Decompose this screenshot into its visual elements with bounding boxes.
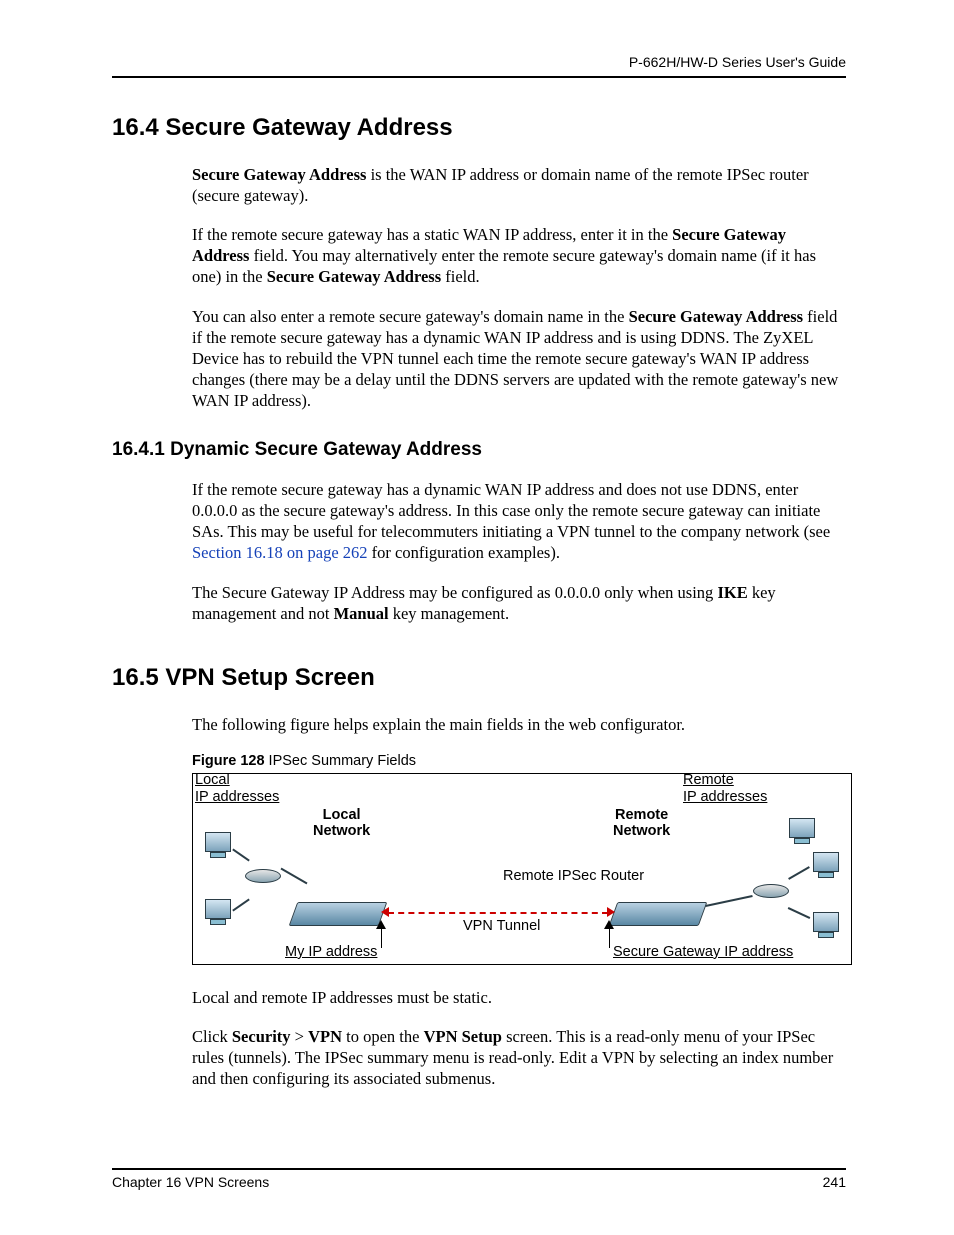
pc-icon (205, 832, 231, 858)
text: The Secure Gateway IP Address may be con… (192, 583, 717, 602)
bold: Secure Gateway Address (629, 307, 803, 326)
figure-title: IPSec Summary Fields (265, 753, 417, 769)
running-header: P-662H/HW-D Series User's Guide (112, 54, 846, 70)
bold: Manual (334, 604, 389, 623)
paragraph: If the remote secure gateway has a dynam… (192, 479, 846, 563)
pc-icon (813, 912, 839, 938)
heading-16-5: 16.5 VPN Setup Screen (112, 664, 846, 692)
net-line (232, 898, 250, 911)
paragraph: Local and remote IP addresses must be st… (192, 987, 846, 1008)
page-footer: Chapter 16 VPN Screens 241 (112, 1168, 846, 1190)
pc-icon (813, 852, 839, 878)
figure-label-local-ip: Local IP addresses (195, 772, 279, 805)
text: to open the (342, 1027, 424, 1046)
bold: VPN Setup (424, 1027, 502, 1046)
vpn-tunnel-line (388, 912, 608, 914)
arrow-icon (604, 920, 614, 929)
paragraph: Secure Gateway Address is the WAN IP add… (192, 164, 846, 206)
footer-page-number: 241 (823, 1174, 846, 1190)
cross-ref-link[interactable]: Section 16.18 on page 262 (192, 543, 368, 562)
figure-label-remote-ip: Remote IP addresses (683, 772, 767, 805)
callout-line (381, 926, 382, 948)
bold: IKE (717, 583, 747, 602)
bold: Secure Gateway Address (267, 267, 441, 286)
text: Click (192, 1027, 232, 1046)
footer-rule (112, 1168, 846, 1170)
router-icon (289, 902, 388, 926)
heading-16-4-1: 16.4.1 Dynamic Secure Gateway Address (112, 439, 846, 461)
hub-icon (245, 869, 281, 883)
pc-icon (789, 818, 815, 844)
bold: Secure Gateway Address (192, 165, 366, 184)
pc-icon (205, 899, 231, 925)
figure-label-local-network: Local Network (313, 808, 370, 840)
paragraph: If the remote secure gateway has a stati… (192, 224, 846, 287)
net-line (788, 866, 810, 880)
paragraph: The following figure helps explain the m… (192, 714, 846, 735)
figure-ipsec-summary: Local IP addresses Remote IP addresses L… (192, 773, 852, 965)
arrow-icon (607, 907, 615, 917)
net-line (788, 907, 811, 919)
router-icon (609, 902, 708, 926)
figure-label-remote-ipsec-router: Remote IPSec Router (503, 868, 644, 884)
text: If the remote secure gateway has a dynam… (192, 480, 830, 541)
figure-label-vpn-tunnel: VPN Tunnel (463, 918, 540, 934)
net-line (281, 867, 308, 884)
text: key management. (389, 604, 510, 623)
callout-line (609, 926, 610, 948)
figure-label-remote-network: Remote Network (613, 808, 670, 840)
heading-16-4: 16.4 Secure Gateway Address (112, 114, 846, 142)
figure-caption: Figure 128 IPSec Summary Fields (192, 753, 846, 769)
figure-label-secure-gw: Secure Gateway IP address (613, 944, 793, 960)
net-line (232, 848, 250, 861)
bold: VPN (308, 1027, 342, 1046)
paragraph: You can also enter a remote secure gatew… (192, 306, 846, 412)
arrow-icon (381, 907, 389, 917)
text: You can also enter a remote secure gatew… (192, 307, 629, 326)
figure-number: Figure 128 (192, 753, 265, 769)
arrow-icon (376, 920, 386, 929)
text: > (291, 1027, 309, 1046)
paragraph: The Secure Gateway IP Address may be con… (192, 582, 846, 624)
hub-icon (753, 884, 789, 898)
figure-label-my-ip: My IP address (285, 944, 377, 960)
net-line (705, 895, 752, 907)
paragraph: Click Security > VPN to open the VPN Set… (192, 1026, 846, 1089)
text: If the remote secure gateway has a stati… (192, 225, 672, 244)
bold: Security (232, 1027, 291, 1046)
text: for configuration examples). (368, 543, 560, 562)
text: field. (441, 267, 480, 286)
footer-chapter: Chapter 16 VPN Screens (112, 1174, 269, 1190)
